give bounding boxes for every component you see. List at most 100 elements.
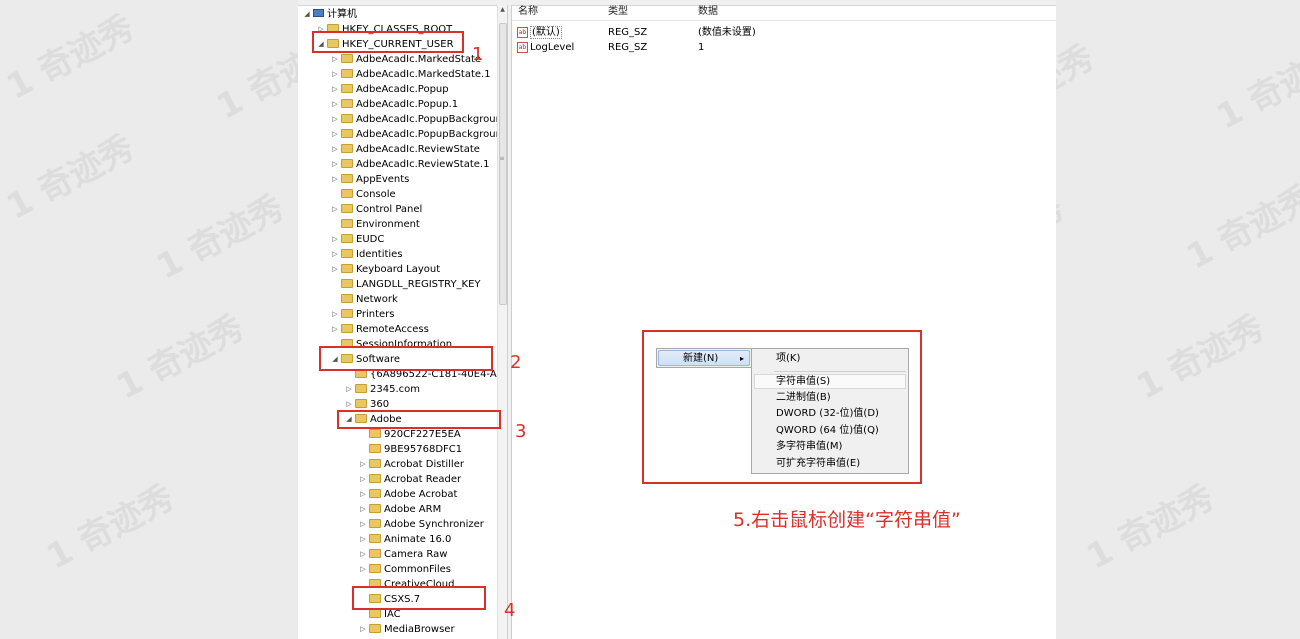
tree-item-label: Control Panel xyxy=(356,204,423,215)
tree-item[interactable]: ▷ AdbeAcadIc.ReviewState xyxy=(330,142,480,157)
tree-item[interactable]: ▷ Printers xyxy=(330,307,394,322)
tree-item[interactable]: ▷ AdbeAcadIc.PopupBackground xyxy=(330,127,498,142)
tree-item[interactable]: Environment xyxy=(330,217,420,232)
tree-item[interactable]: ▷ CommonFiles xyxy=(358,562,451,577)
expand-icon[interactable]: ▷ xyxy=(330,262,340,277)
tree-scrollbar[interactable]: ▲ ≡ xyxy=(497,5,507,639)
folder-icon xyxy=(369,623,381,633)
tree-item[interactable]: ▷ Adobe ARM xyxy=(358,502,441,517)
expand-icon[interactable]: ▷ xyxy=(358,472,368,487)
expand-icon[interactable]: ▷ xyxy=(330,67,340,82)
expand-icon[interactable]: ▷ xyxy=(330,127,340,142)
tree-item-label: Environment xyxy=(356,219,420,230)
watermark-logo: 1 奇迹秀 xyxy=(0,127,141,228)
folder-icon xyxy=(369,518,381,528)
tree-item[interactable]: ▷ AppEvents xyxy=(330,172,409,187)
tree-item[interactable]: ▷ MediaBrowser xyxy=(358,622,455,637)
folder-icon xyxy=(369,458,381,468)
tree-item-label: Acrobat Reader xyxy=(384,474,462,485)
folder-icon xyxy=(369,428,381,438)
tree-item[interactable]: ▷ AdbeAcadIc.MarkedState.1 xyxy=(330,67,491,82)
value-row[interactable]: ab LogLevel xyxy=(517,40,574,55)
folder-icon xyxy=(341,53,353,63)
tree-item[interactable]: ▷ AdbeAcadIc.Popup.1 xyxy=(330,97,458,112)
tree-item-label: AdbeAcadIc.ReviewState.1 xyxy=(356,159,490,170)
tree-item[interactable]: ▷ RemoteAccess xyxy=(330,322,429,337)
expand-icon[interactable]: ▷ xyxy=(358,547,368,562)
expand-icon[interactable]: ▷ xyxy=(330,232,340,247)
scrollbar-thumb[interactable] xyxy=(499,23,507,305)
expand-icon[interactable]: ▷ xyxy=(330,247,340,262)
column-header-data[interactable]: 数据 xyxy=(698,5,718,19)
tree-item[interactable]: 9BE95768DFC1 xyxy=(358,442,462,457)
folder-icon xyxy=(341,293,353,303)
tree-item[interactable]: ▷ Acrobat Distiller xyxy=(358,457,464,472)
expand-icon[interactable]: ▷ xyxy=(330,172,340,187)
tree-item[interactable]: ▷ 2345.com xyxy=(344,382,420,397)
column-header-type[interactable]: 类型 xyxy=(608,5,628,19)
tree-item[interactable]: Console xyxy=(330,187,396,202)
tree-item[interactable]: ▷ Camera Raw xyxy=(358,547,447,562)
folder-icon xyxy=(341,203,353,213)
value-type: REG_SZ xyxy=(608,27,648,38)
value-data: (数值未设置) xyxy=(698,27,756,38)
expand-icon[interactable]: ▷ xyxy=(330,97,340,112)
expand-icon[interactable]: ▷ xyxy=(358,457,368,472)
expand-icon[interactable]: ▷ xyxy=(358,502,368,517)
expand-icon[interactable]: ▷ xyxy=(330,202,340,217)
folder-icon xyxy=(369,503,381,513)
tree-item[interactable]: Network xyxy=(330,292,398,307)
tree-item-label: Console xyxy=(356,189,396,200)
collapse-icon[interactable]: ◢ xyxy=(302,7,312,22)
value-type: REG_SZ xyxy=(608,42,648,53)
folder-icon xyxy=(369,533,381,543)
tree-item[interactable]: ▷ Identities xyxy=(330,247,403,262)
expand-icon[interactable]: ▷ xyxy=(330,307,340,322)
tree-item[interactable]: ▷ Adobe Acrobat xyxy=(358,487,457,502)
expand-icon[interactable]: ▷ xyxy=(330,82,340,97)
watermark-logo: 1 奇迹秀 xyxy=(110,307,251,408)
expand-icon[interactable]: ▷ xyxy=(344,382,354,397)
expand-icon[interactable]: ▷ xyxy=(330,112,340,127)
tree-item[interactable]: ▷ Keyboard Layout xyxy=(330,262,440,277)
folder-icon xyxy=(355,383,367,393)
tree-item[interactable]: 920CF227E5EA xyxy=(358,427,461,442)
expand-icon[interactable]: ▷ xyxy=(330,322,340,337)
watermark-logo: 1 奇迹秀 xyxy=(1210,37,1300,138)
expand-icon[interactable]: ▷ xyxy=(358,487,368,502)
tree-item[interactable]: ▷ EUDC xyxy=(330,232,384,247)
tree-item-label: AdbeAcadIc.MarkedState.1 xyxy=(356,69,491,80)
value-row[interactable]: ab (默认) xyxy=(517,25,562,40)
column-header-name[interactable]: 名称 xyxy=(518,5,538,19)
watermark-logo: 1 奇迹秀 xyxy=(1180,177,1300,278)
pane-splitter[interactable] xyxy=(507,5,512,639)
tree-item[interactable]: ▷ AdbeAcadIc.MarkedState xyxy=(330,52,481,67)
expand-icon[interactable]: ▷ xyxy=(330,142,340,157)
tree-item-label: AdbeAcadIc.Popup xyxy=(356,84,449,95)
tree-root-computer[interactable]: ◢ 计算机 xyxy=(302,7,357,22)
expand-icon[interactable]: ▷ xyxy=(330,52,340,67)
tree-item[interactable]: ▷ Adobe Synchronizer xyxy=(358,517,484,532)
tree-item-label: Adobe Synchronizer xyxy=(384,519,484,530)
expand-icon[interactable]: ▷ xyxy=(358,532,368,547)
tree-item[interactable]: ▷ Animate 16.0 xyxy=(358,532,451,547)
tree-item[interactable]: ▷ AdbeAcadIc.ReviewState.1 xyxy=(330,157,489,172)
tree-item[interactable]: ▷ Control Panel xyxy=(330,202,422,217)
expand-icon[interactable]: ▷ xyxy=(358,517,368,532)
expand-icon[interactable]: ▷ xyxy=(330,157,340,172)
folder-icon xyxy=(341,233,353,243)
folder-icon xyxy=(341,98,353,108)
tree-item[interactable]: ▷ Acrobat Reader xyxy=(358,472,461,487)
tree-item[interactable]: ▷ AdbeAcadIc.Popup xyxy=(330,82,449,97)
watermark-logo: 1 奇迹秀 xyxy=(1080,477,1221,578)
scroll-up-icon[interactable]: ▲ xyxy=(499,6,506,14)
expand-icon[interactable]: ▷ xyxy=(358,562,368,577)
scrollbar-grip-icon: ≡ xyxy=(499,155,505,162)
tree-item[interactable]: ▷ AdbeAcadIc.PopupBackground xyxy=(330,112,498,127)
annotation-number-1: 1 xyxy=(472,44,484,65)
tree-item-label: AdbeAcadIc.PopupBackground xyxy=(356,129,498,140)
folder-icon xyxy=(341,188,353,198)
annotation-instruction: 5.右击鼠标创建“字符串值” xyxy=(733,509,961,531)
expand-icon[interactable]: ▷ xyxy=(358,622,368,637)
tree-item[interactable]: LANGDLL_REGISTRY_KEY xyxy=(330,277,481,292)
